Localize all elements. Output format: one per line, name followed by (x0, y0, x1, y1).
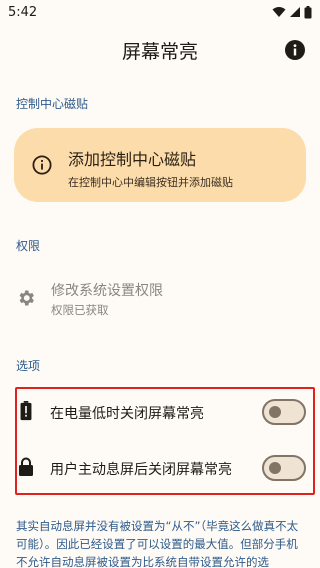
user-lock-toggle[interactable] (262, 455, 306, 481)
wifi-icon (272, 7, 286, 17)
option-label: 在电量低时关闭屏幕常亮 (50, 406, 204, 422)
section-permissions: 权限 (16, 239, 41, 253)
tile-card-subtitle: 在控制中心中编辑按钮并添加磁贴 (68, 176, 233, 189)
low-battery-toggle[interactable] (262, 399, 306, 425)
permission-title: 修改系统设置权限 (51, 283, 163, 299)
add-tile-card[interactable]: 添加控制中心磁贴 在控制中心中编辑按钮并添加磁贴 (14, 128, 306, 202)
battery-alert-icon (20, 401, 32, 421)
gear-icon (19, 290, 34, 306)
status-icons (272, 5, 312, 19)
tile-card-title: 添加控制中心磁贴 (68, 150, 197, 169)
info-outline-icon (32, 155, 52, 175)
permission-row[interactable]: 修改系统设置权限 权限已获取 (0, 270, 320, 326)
option-label: 用户主动息屏后关闭屏幕常亮 (50, 462, 232, 478)
section-control-center: 控制中心磁贴 (16, 97, 89, 111)
toggle-knob (269, 462, 281, 474)
option-row-user-lock[interactable]: 用户主动息屏后关闭屏幕常亮 (0, 447, 320, 491)
info-icon[interactable] (284, 39, 306, 61)
page-title: 屏幕常亮 (121, 40, 198, 63)
option-row-low-battery[interactable]: 在电量低时关闭屏幕常亮 (0, 390, 320, 434)
status-time: 5:42 (8, 4, 38, 20)
status-bar: 5:42 (0, 0, 320, 24)
lock-icon (19, 457, 33, 476)
section-options: 选项 (16, 359, 41, 373)
app-bar: 屏幕常亮 (0, 30, 320, 70)
signal-icon (290, 7, 300, 17)
toggle-knob (269, 406, 281, 418)
battery-icon (304, 5, 312, 18)
permission-subtitle: 权限已获取 (51, 303, 109, 317)
footnote-text: 其实自动息屏并没有被设置为“从不”（毕竟这么做真不太可能）。因此已经设置了可以设… (16, 519, 299, 568)
